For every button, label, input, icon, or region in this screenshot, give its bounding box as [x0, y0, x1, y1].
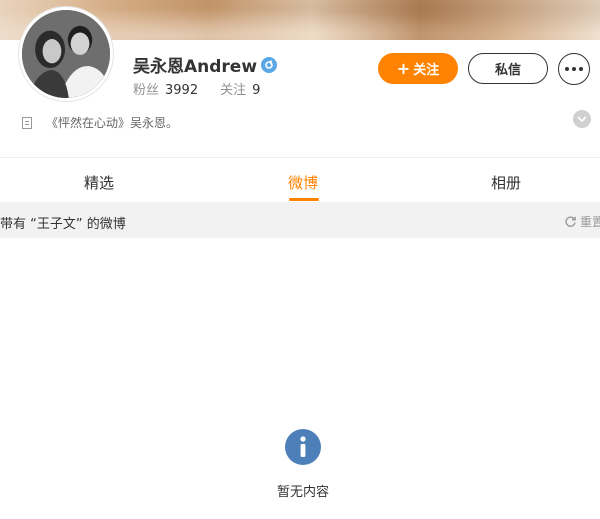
tab-album[interactable]: 相册: [491, 172, 521, 193]
plus-icon: +: [396, 59, 411, 78]
tab-featured[interactable]: 精选: [84, 172, 114, 193]
followers-stat[interactable]: 粉丝 3992: [133, 79, 198, 98]
followers-label: 粉丝: [133, 83, 160, 98]
dot-icon: [572, 67, 576, 71]
profile-name: 吴永恩Andrew: [133, 57, 258, 77]
expand-chevron-button[interactable]: [573, 110, 591, 128]
tab-weibo[interactable]: 微博: [288, 172, 318, 193]
profile-stats: 粉丝 3992 关注 9: [133, 79, 260, 98]
follow-button-label: 关注: [413, 63, 440, 78]
filter-bar: 带有 “王子文” 的微博 重置: [0, 202, 600, 238]
refresh-icon: [565, 216, 576, 227]
bio-row: 《怦然在心动》吴永恩。: [22, 114, 178, 131]
empty-state-text: 暂无内容: [277, 485, 330, 500]
reset-button[interactable]: 重置: [564, 213, 600, 230]
dot-icon: [565, 67, 569, 71]
follow-button[interactable]: + 关注: [378, 53, 458, 84]
followers-count: 3992: [165, 83, 199, 98]
avatar[interactable]: [19, 7, 113, 101]
following-label: 关注: [220, 83, 247, 98]
dot-icon: [579, 67, 583, 71]
message-button[interactable]: 私信: [468, 53, 548, 84]
active-tab-indicator: [289, 198, 319, 201]
more-options-button[interactable]: [558, 53, 590, 85]
verified-icon: [261, 56, 278, 73]
chevron-down-icon: [577, 116, 587, 122]
profile-name-row: 吴永恩Andrew: [133, 52, 278, 77]
avatar-photo: [22, 10, 110, 98]
bio-text: 《怦然在心动》吴永恩。: [46, 116, 179, 130]
profile-tabs: 精选 微博 相册: [0, 158, 600, 201]
following-count: 9: [252, 83, 261, 98]
document-icon: [22, 116, 32, 129]
filter-text: 带有 “王子文” 的微博: [0, 217, 126, 232]
info-icon: [285, 429, 321, 465]
following-stat[interactable]: 关注 9: [220, 79, 260, 98]
message-button-label: 私信: [494, 63, 521, 78]
reset-label: 重置: [580, 215, 600, 229]
